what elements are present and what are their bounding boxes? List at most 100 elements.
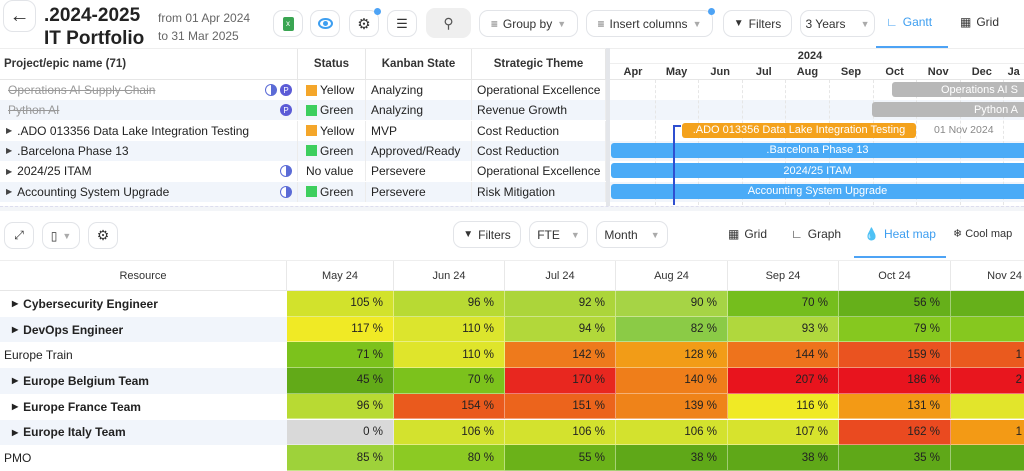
kanban-cell[interactable]: Analyzing [366,80,472,100]
heatmap-cell[interactable]: 131 % [839,393,951,420]
heatmap-cell[interactable]: 80 % [394,445,505,471]
heatmap-filters-button[interactable]: ▼ Filters [453,221,521,248]
project-name-cell[interactable]: ▶ .ADO 013356 Data Lake Integration Testi… [0,120,298,141]
expand-caret-icon[interactable]: ▶ [12,428,18,437]
heatmap-cell[interactable]: 55 % [505,445,616,471]
project-name-cell[interactable]: Python AI P [0,100,298,121]
heatmap-cell[interactable]: 107 % [728,419,839,446]
table-row[interactable]: ▶ .ADO 013356 Data Lake Integration Testi… [0,120,606,141]
heatmap-cell[interactable]: 82 % [616,316,728,343]
expand-caret-icon[interactable]: ▶ [6,167,12,176]
kanban-cell[interactable]: Persevere [366,181,472,202]
table-row[interactable]: ▶ .Barcelona Phase 13 Green Approved/Ready C… [0,140,606,161]
column-header-kanban[interactable]: Kanban State [366,49,472,79]
heatmap-cell[interactable]: 106 % [505,419,616,446]
search-button[interactable]: ⚲ [426,8,471,38]
heatmap-cell[interactable]: 38 % [728,445,839,471]
tab-gantt[interactable]: ∟ Gantt [886,15,932,29]
column-header-theme[interactable]: Strategic Theme [472,49,606,79]
settings-button[interactable]: ⚙ [349,8,381,37]
month-header[interactable]: Jun 24 [394,261,505,291]
month-header[interactable]: Oct 24 [839,261,951,291]
table-row[interactable]: ▶ 2024/25 ITAM No value Persevere Operationa… [0,161,606,182]
splitter[interactable] [606,48,610,206]
tab-heatmap-grid[interactable]: ▦ Grid [728,227,767,241]
heatmap-row[interactable]: ▶ DevOps Engineer 117 % 110 % 94 % 82 % 93 % 79… [0,316,1024,343]
resource-name[interactable]: ▶ Cybersecurity Engineer [12,291,158,317]
month-header[interactable]: Jul 24 [505,261,616,291]
status-cell[interactable]: No value [298,161,366,182]
status-cell[interactable]: Green [298,181,366,202]
heatmap-cell[interactable]: 154 % [394,393,505,420]
expand-caret-icon[interactable]: ▶ [12,402,18,411]
tab-heatmap[interactable]: 💧 Heat map [864,227,936,241]
status-cell[interactable]: Yellow [298,80,366,100]
expand-caret-icon[interactable]: ▶ [6,187,12,196]
heatmap-cell[interactable]: 106 % [394,419,505,446]
theme-cell[interactable]: Cost Reduction [472,120,606,141]
table-row[interactable]: Python AI P Green Analyzing Revenue Growth [0,100,606,121]
export-dropdown[interactable]: ▯ ▼ [42,222,80,249]
heatmap-cell[interactable]: 144 % [728,342,839,369]
heatmap-cell[interactable]: 90 % [616,291,728,317]
gantt-bar[interactable]: Operations AI S [892,82,1024,97]
project-name-cell[interactable]: ▶ 2024/25 ITAM [0,161,298,182]
tab-grid[interactable]: ▦ Grid [960,15,999,29]
heatmap-cell[interactable]: 110 % [394,316,505,343]
heatmap-cell[interactable]: 1 [951,342,1024,369]
heatmap-cell[interactable]: 79 % [839,316,951,343]
resource-header[interactable]: Resource [0,261,287,291]
kanban-cell[interactable]: MVP [366,120,472,141]
heatmap-row[interactable]: ▶ Europe Italy Team 0 % 106 % 106 % 106 % 107 … [0,419,1024,446]
unit-dropdown[interactable]: FTE ▼ [529,221,588,248]
resource-name[interactable]: ▶ DevOps Engineer [12,317,123,343]
excel-export-button[interactable]: x [273,10,303,37]
table-row[interactable]: ▶ Accounting System Upgrade Green Persevere… [0,181,606,202]
kanban-cell[interactable]: Analyzing [366,100,472,121]
expand-caret-icon[interactable]: ▶ [6,146,12,155]
resource-name[interactable]: PMO [4,445,31,471]
expand-caret-icon[interactable]: ▶ [12,325,18,334]
heatmap-cell[interactable]: 207 % [728,368,839,394]
heatmap-row[interactable]: PMO 85 % 80 % 55 % 38 % 38 % 35 % [0,445,1024,471]
heatmap-cell[interactable]: 70 % [728,291,839,317]
project-name-cell[interactable]: ▶ .Barcelona Phase 13 [0,140,298,161]
heatmap-cell[interactable] [951,291,1024,317]
theme-cell[interactable]: Risk Mitigation [472,181,606,202]
resource-name[interactable]: Europe Train [4,342,73,368]
gantt-bar[interactable]: .ADO 013356 Data Lake Integration Testin… [682,122,916,138]
heatmap-cell[interactable]: 2 [951,368,1024,394]
heatmap-cell[interactable] [951,316,1024,343]
heatmap-cell[interactable]: 140 % [616,368,728,394]
kanban-cell[interactable]: Persevere [366,161,472,182]
theme-cell[interactable]: Operational Excellence [472,80,606,100]
heatmap-cell[interactable]: 117 % [287,316,394,343]
resource-name[interactable]: ▶ Europe France Team [12,394,141,420]
heatmap-cell[interactable]: 96 % [287,393,394,420]
theme-cell[interactable]: Revenue Growth [472,100,606,121]
heatmap-cell[interactable]: 170 % [505,368,616,394]
heatmap-cell[interactable] [951,445,1024,471]
table-row[interactable]: Operations AI Supply Chain P Yellow Analyzi… [0,80,606,100]
back-button[interactable]: ← [3,0,36,32]
heatmap-cell[interactable] [951,393,1024,420]
heatmap-cell[interactable]: 142 % [505,342,616,369]
resource-name[interactable]: ▶ Europe Belgium Team [12,368,149,394]
heatmap-cell[interactable]: 105 % [287,291,394,317]
status-cell[interactable]: Green [298,140,366,161]
status-cell[interactable]: Yellow [298,120,366,141]
heatmap-cell[interactable]: 71 % [287,342,394,369]
status-cell[interactable]: Green [298,100,366,121]
gantt-bar[interactable]: Python A [872,102,1024,118]
theme-cell[interactable]: Operational Excellence [472,161,606,182]
view-button[interactable] [310,10,340,37]
heatmap-cell[interactable]: 45 % [287,368,394,394]
heatmap-cell[interactable]: 56 % [839,291,951,317]
expand-button[interactable]: ⤢ [4,222,34,249]
heatmap-cell[interactable]: 70 % [394,368,505,394]
heatmap-cell[interactable]: 116 % [728,393,839,420]
heatmap-cell[interactable]: 162 % [839,419,951,446]
heatmap-row[interactable]: ▶ Europe France Team 96 % 154 % 151 % 139 % 11… [0,393,1024,420]
heatmap-cell[interactable]: 85 % [287,445,394,471]
panel-divider[interactable] [0,206,1024,211]
